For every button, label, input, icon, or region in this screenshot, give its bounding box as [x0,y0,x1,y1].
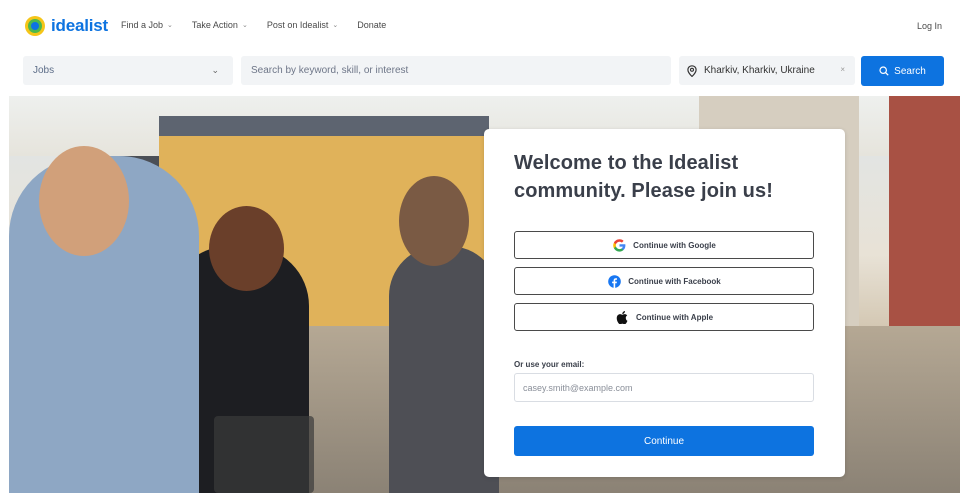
facebook-button-label: Continue with Facebook [628,276,721,286]
search-type-select[interactable]: Jobs ⌄ [23,56,233,85]
nav-find-a-job[interactable]: Find a Job ⌄ [121,20,173,30]
nav-label: Post on Idealist [266,20,329,30]
search-button[interactable]: Search [861,56,944,86]
chevron-down-icon: ⌄ [167,22,173,29]
continue-with-apple-button[interactable]: Continue with Apple [514,303,814,331]
nav-post-on-idealist[interactable]: Post on Idealist ⌄ [267,20,338,30]
nav-take-action[interactable]: Take Action ⌄ [192,20,248,30]
email-field[interactable]: casey.smith@example.com [514,373,814,402]
login-link[interactable]: Log In [917,21,942,31]
idealist-logo-icon [24,15,46,37]
main-nav: Find a Job ⌄ Take Action ⌄ Post on Ideal… [121,20,405,30]
apple-icon [615,310,629,324]
nav-label: Find a Job [121,20,164,30]
search-type-value: Jobs [33,65,55,76]
continue-with-google-button[interactable]: Continue with Google [514,231,814,259]
continue-with-facebook-button[interactable]: Continue with Facebook [514,267,814,295]
nav-donate[interactable]: Donate [357,20,386,30]
signup-title: Welcome to the Idealist community. Pleas… [514,152,773,202]
chevron-down-icon: ⌄ [241,22,248,29]
search-icon [879,66,889,76]
clear-location-button[interactable]: × [840,65,845,74]
logo-text: idealist [51,16,108,35]
hero-person [389,176,499,493]
nav-label: Donate [357,20,387,30]
top-header: idealist Find a Job ⌄ Take Action ⌄ Post… [0,0,960,52]
hero-bike-basket [214,416,314,493]
facebook-icon [607,274,621,288]
chevron-down-icon: ⌄ [332,22,339,29]
location-value: Kharkiv, Kharkiv, Ukraine [704,65,815,76]
search-button-label: Search [894,65,926,77]
google-icon [612,238,626,252]
idealist-logo[interactable]: idealist [24,15,108,37]
search-bar: Jobs ⌄ Search by keyword, skill, or inte… [0,52,960,96]
continue-button[interactable]: Continue [514,426,814,456]
location-pin-icon [687,64,697,82]
apple-button-label: Continue with Apple [635,312,714,322]
email-label: Or use your email: [514,360,585,369]
nav-label: Take Action [191,20,238,30]
location-input[interactable]: Kharkiv, Kharkiv, Ukraine × [679,56,855,85]
google-button-label: Continue with Google [633,240,716,250]
chevron-down-icon: ⌄ [211,65,219,75]
hero-person [9,146,199,493]
signup-card: Welcome to the Idealist community. Pleas… [484,129,845,477]
keyword-search-input[interactable]: Search by keyword, skill, or interest [241,56,671,85]
